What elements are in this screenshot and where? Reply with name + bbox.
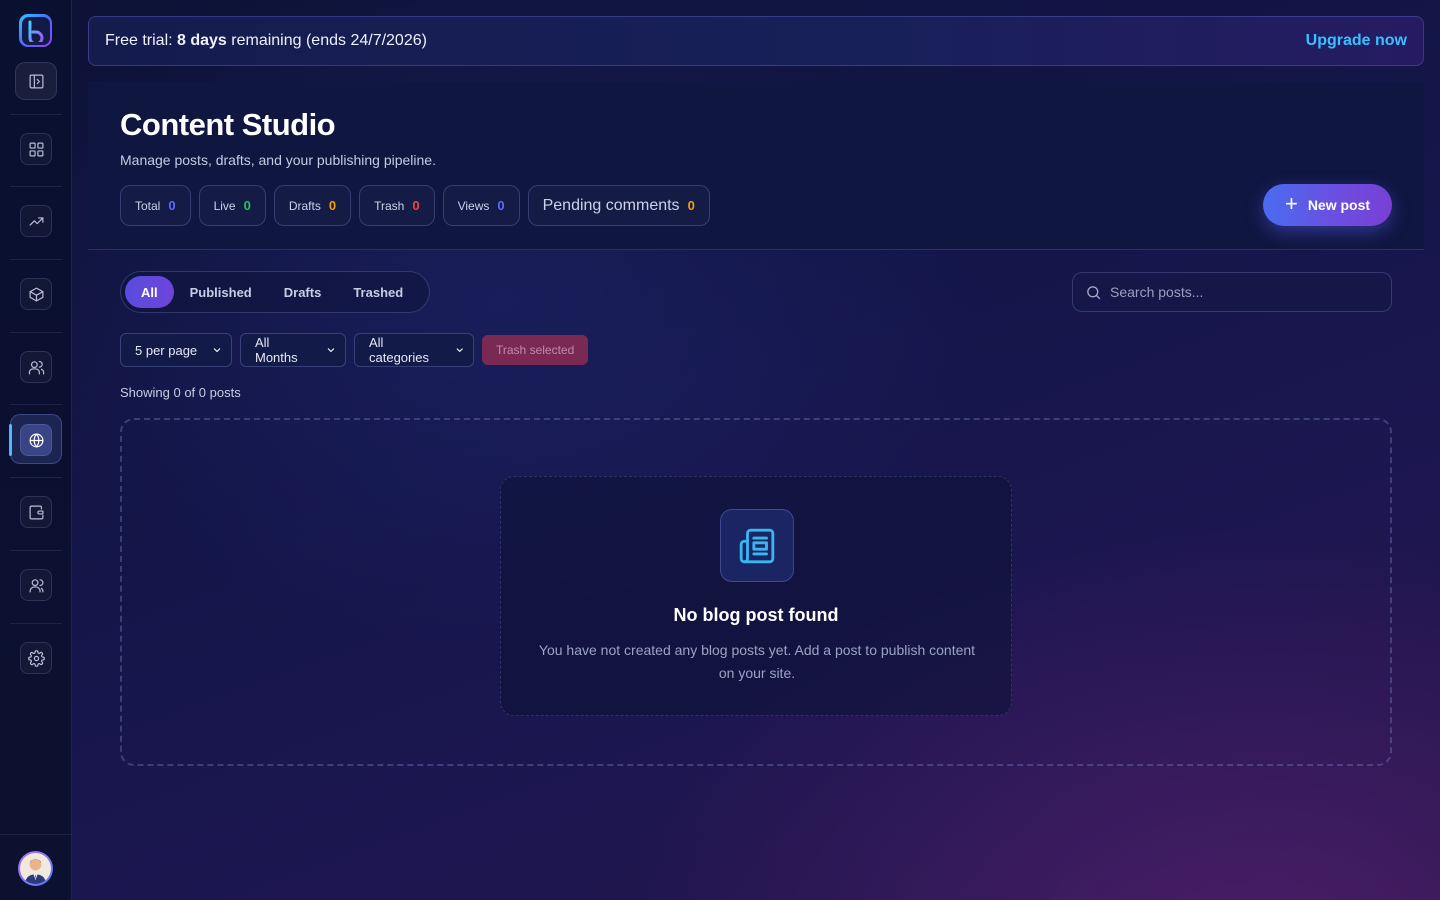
per-page-value: 5 per page [135, 342, 198, 358]
stat-value: 0 [687, 198, 695, 213]
app-logo[interactable] [19, 14, 52, 47]
trial-suffix: remaining (ends 24/7/2026) [226, 32, 427, 49]
chevron-down-icon [456, 348, 463, 353]
trial-banner: Free trial: 8 days remaining (ends 24/7/… [88, 16, 1424, 66]
search-input[interactable] [1110, 284, 1379, 300]
stat-label: Views [457, 198, 490, 213]
sidebar-divider [10, 114, 62, 115]
trending-up-icon [29, 216, 43, 226]
stat-label: Total [135, 198, 161, 213]
new-post-label: New post [1307, 197, 1371, 213]
categories-select[interactable]: All categories [354, 333, 474, 367]
categories-value: All categories [369, 335, 429, 365]
team-icon [29, 578, 43, 592]
sidebar-divider [10, 186, 62, 187]
upgrade-now-link[interactable]: Upgrade now [1306, 32, 1407, 50]
months-value: All Months [255, 335, 298, 365]
stat-value: 0 [412, 198, 420, 213]
sidebar-item-analytics[interactable] [20, 205, 52, 237]
box-icon [29, 287, 43, 301]
page-subtitle: Manage posts, drafts, and your publishin… [120, 152, 436, 168]
page-header: Content Studio Manage posts, drafts, and… [88, 82, 1424, 250]
sidebar-divider [10, 332, 62, 333]
chevron-down-icon [327, 348, 335, 353]
new-post-button[interactable]: + New post [1263, 184, 1392, 226]
panel-toggle-icon [29, 74, 43, 88]
sidebar-divider [10, 404, 62, 405]
tab-all[interactable]: All [125, 276, 174, 308]
users-icon [28, 360, 44, 374]
wallet-icon [29, 505, 43, 519]
stat-value: 0 [328, 198, 337, 213]
per-page-select[interactable]: 5 per page [120, 333, 232, 367]
gear-icon [27, 649, 45, 667]
avatar-image [20, 853, 51, 884]
stat-total: Total 0 [120, 185, 191, 226]
sidebar-item-settings[interactable] [20, 642, 52, 674]
stat-value: 0 [243, 198, 251, 213]
stat-live: Live 0 [198, 185, 266, 226]
chevron-down-icon [213, 348, 221, 353]
stat-drafts: Drafts 0 [273, 185, 352, 226]
stats-row: Total 0 Live 0 Drafts 0 Trash 0 Views 0 Pendi… [120, 185, 710, 226]
tab-drafts[interactable]: Drafts [268, 276, 338, 308]
sidebar-toggle-button[interactable] [15, 62, 57, 100]
plus-icon: + [1284, 191, 1298, 216]
empty-state-description: You have not created any blog posts yet.… [538, 642, 976, 681]
stat-label: Drafts [288, 198, 321, 213]
stat-label: Trash [374, 198, 405, 213]
user-avatar[interactable] [18, 851, 53, 886]
stat-trash: Trash 0 [359, 185, 435, 226]
sidebar-active-indicator [9, 424, 12, 456]
tab-published[interactable]: Published [174, 276, 268, 308]
stat-label: Pending comments [542, 196, 680, 214]
tab-trashed[interactable]: Trashed [337, 276, 419, 308]
status-tabs: All Published Drafts Trashed [120, 271, 430, 313]
search-box [1072, 272, 1392, 312]
stat-label: Live [213, 198, 236, 213]
empty-state: No blog post found You have not created … [500, 476, 1012, 716]
stat-views: Views 0 [442, 185, 520, 226]
sidebar [0, 0, 72, 900]
months-select[interactable]: All Months [240, 333, 346, 367]
sidebar-item-website[interactable] [20, 424, 52, 456]
sidebar-divider [10, 259, 62, 260]
sidebar-divider [10, 550, 62, 551]
page-title: Content Studio [120, 107, 336, 142]
trash-selected-button[interactable]: Trash selected [482, 335, 589, 365]
filters-row: 5 per page All Months All categories Tra… [120, 333, 589, 367]
newspaper-icon [720, 509, 794, 582]
trial-days: 8 days [177, 32, 227, 49]
logo-mark-icon [21, 16, 50, 45]
trial-prefix: Free trial: [105, 32, 178, 49]
sidebar-divider [10, 623, 62, 624]
sidebar-item-users[interactable] [20, 351, 52, 383]
sidebar-item-products[interactable] [20, 278, 52, 310]
stat-pending-comments: Pending comments 0 [527, 185, 710, 226]
results-count: Showing 0 of 0 posts [120, 385, 241, 400]
globe-icon [29, 433, 43, 447]
stat-value: 0 [168, 198, 176, 213]
trial-text: Free trial: 8 days remaining (ends 24/7/… [105, 32, 427, 50]
stat-value: 0 [497, 198, 505, 213]
dashboard-icon [29, 142, 43, 156]
sidebar-item-team[interactable] [20, 569, 52, 601]
sidebar-divider [0, 834, 72, 835]
empty-state-title: No blog post found [673, 605, 839, 625]
search-icon [1087, 285, 1101, 299]
sidebar-divider [10, 477, 62, 478]
sidebar-item-wallet[interactable] [20, 496, 52, 528]
sidebar-item-dashboard[interactable] [20, 133, 52, 165]
